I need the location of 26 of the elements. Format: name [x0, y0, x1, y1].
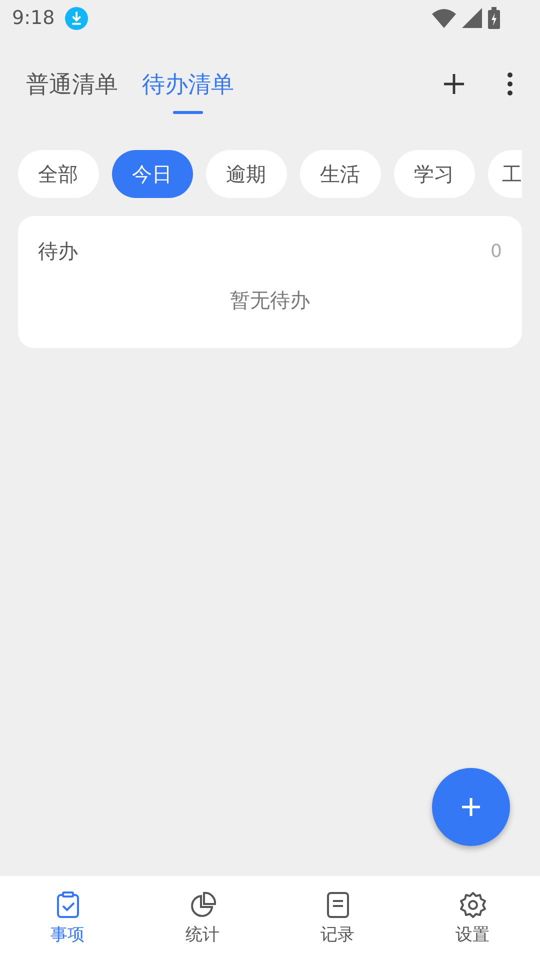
wifi-icon [432, 8, 456, 28]
todo-count: 0 [490, 241, 502, 262]
empty-message: 暂无待办 [229, 287, 311, 314]
pie-chart-icon [188, 890, 216, 918]
nav-item[interactable]: 事项 [0, 876, 135, 960]
nav-item[interactable]: 统计 [135, 876, 270, 960]
settings-icon [458, 890, 486, 918]
filter-chip[interactable]: 今日 [112, 150, 193, 198]
download-icon [64, 6, 88, 30]
add-icon[interactable] [442, 72, 466, 96]
filter-chip[interactable]: 全部 [18, 150, 99, 198]
filter-chip[interactable]: 学习 [394, 150, 475, 198]
list-tab[interactable]: 普通清单 [14, 56, 130, 112]
nav-item[interactable]: 记录 [270, 876, 405, 960]
filter-chip[interactable]: 逾期 [206, 150, 287, 198]
add-fab[interactable] [432, 768, 510, 846]
card-title: 待办 [38, 238, 78, 265]
filter-chip[interactable]: 生活 [300, 150, 381, 198]
nav-item[interactable]: 设置 [405, 876, 540, 960]
filter-chip[interactable]: 工 [488, 150, 522, 198]
signal-icon [462, 8, 482, 28]
plus-icon [459, 795, 483, 819]
more-icon[interactable] [506, 72, 514, 96]
status-time: 9:18 [12, 7, 55, 29]
battery-icon [488, 7, 500, 29]
list-tab[interactable]: 待办清单 [130, 56, 246, 112]
